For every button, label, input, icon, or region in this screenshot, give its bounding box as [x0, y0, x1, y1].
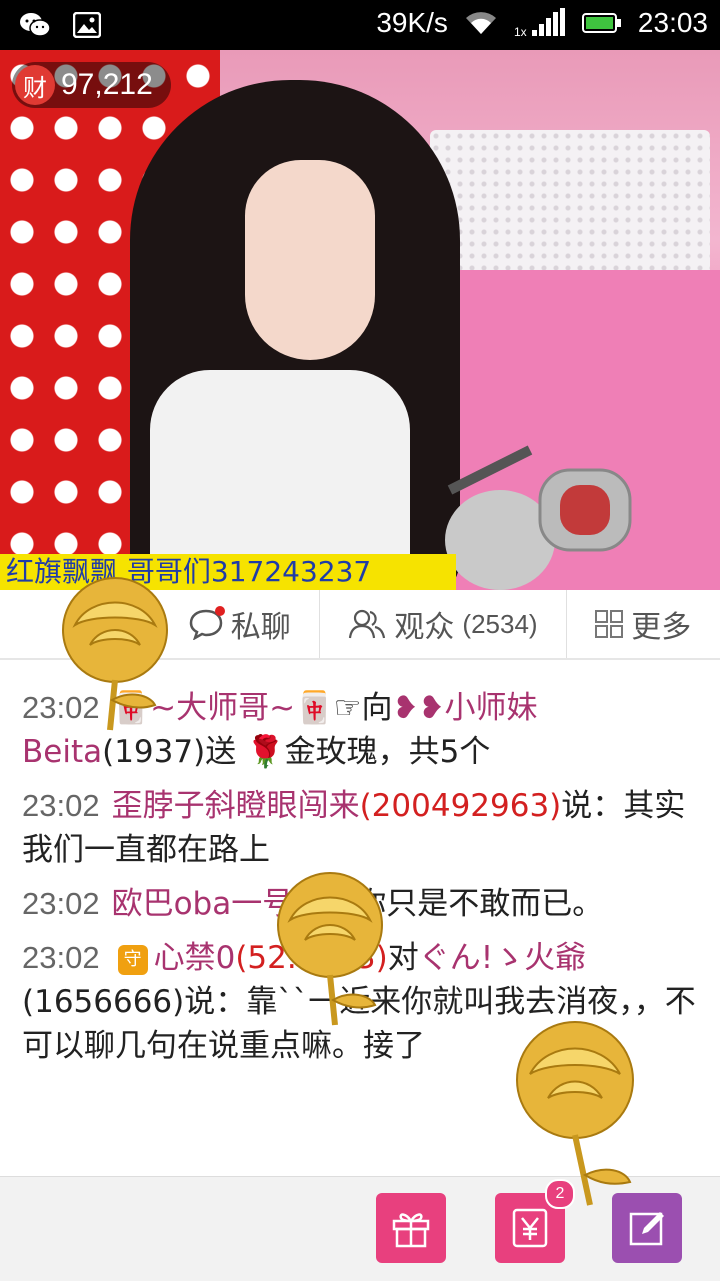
tab-private-chat-label: 私聊 [230, 610, 291, 645]
clock: 23:03 [637, 7, 708, 38]
battery-icon [581, 6, 622, 40]
golden-rose-icon [516, 1021, 634, 1206]
message-text: (1937)送 🌹金玫瑰，共5个 [102, 734, 491, 770]
message-time: 23:02 [22, 886, 100, 921]
edit-icon [626, 1207, 668, 1249]
chat-message: 23:02 歪脖子斜瞪眼闯来(200492963)说：其实我们一直都在路上 [0, 784, 720, 872]
message-time: 23:02 [22, 940, 100, 975]
balance-badge: 财 97,212 [12, 62, 171, 108]
svg-text:1x: 1x [514, 25, 527, 38]
tab-audience[interactable]: 观众 (2534) [320, 590, 567, 658]
balance-prefix: 财 [15, 65, 55, 105]
balance-value: 97,212 [61, 68, 153, 101]
gift-icon [390, 1207, 432, 1249]
live-video[interactable]: 财 97,212 红旗飘飘 哥哥们317243237 [0, 50, 720, 590]
user-name[interactable]: ぐん!ゝ火爺 [419, 940, 586, 976]
yuan-icon [509, 1207, 551, 1249]
signal-icon: 1x [514, 6, 566, 40]
status-bar: 39K/s 1x 23:03 [0, 0, 720, 50]
golden-rose-icon [62, 577, 168, 731]
tab-more-label: 更多 [631, 610, 692, 645]
network-speed: 39K/s [376, 7, 448, 38]
tab-more[interactable]: 更多 [567, 590, 720, 658]
wechat-icon [18, 8, 52, 42]
golden-rose-icon [277, 872, 383, 1026]
tab-audience-label: 观众 [394, 610, 455, 645]
gift-button[interactable] [376, 1193, 446, 1263]
gallery-icon [70, 8, 104, 42]
user-name[interactable]: 心禁0 [154, 940, 236, 976]
message-text: ☞向 [333, 690, 393, 726]
audience-count: (2534) [462, 608, 538, 639]
guard-badge-icon: 守 [117, 944, 148, 975]
audience-icon [348, 609, 386, 639]
grid-icon [595, 610, 624, 638]
streamer-face [245, 160, 375, 360]
wifi-icon [464, 6, 498, 40]
user-name[interactable]: 歪脖子斜瞪眼闯来 [112, 788, 360, 824]
message-time: 23:02 [22, 788, 100, 823]
user-id: (200492963) [359, 788, 562, 824]
